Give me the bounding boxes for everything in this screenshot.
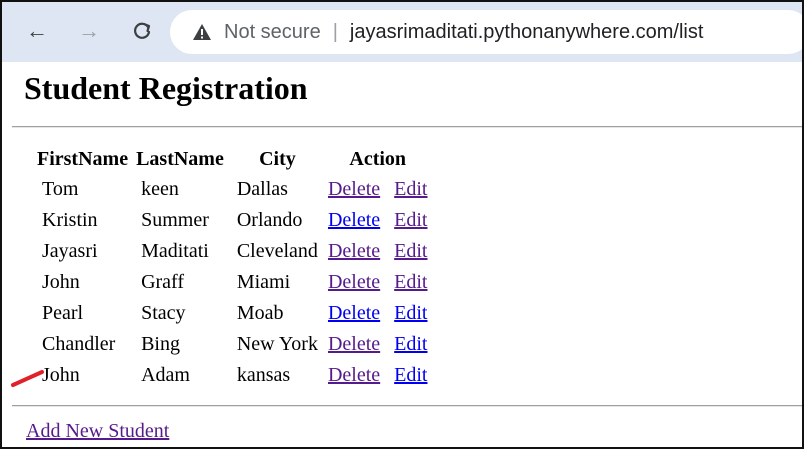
- reload-icon[interactable]: [127, 16, 157, 46]
- annotation-mark: [11, 370, 44, 387]
- delete-link[interactable]: Delete: [328, 271, 380, 293]
- cell-city: Orlando: [236, 209, 303, 231]
- edit-link[interactable]: Edit: [394, 302, 427, 324]
- student-table: FirstName LastName City Action Tom keen …: [32, 144, 430, 391]
- cell-firstname: John: [42, 364, 80, 386]
- delete-link[interactable]: Delete: [328, 364, 380, 386]
- page-content: Student Registration FirstName LastName …: [2, 62, 802, 447]
- delete-link[interactable]: Delete: [328, 178, 380, 200]
- delete-link[interactable]: Delete: [328, 240, 380, 262]
- header-action: Action: [349, 147, 407, 170]
- cell-city: Moab: [236, 302, 284, 324]
- bottom-divider: [12, 405, 802, 407]
- browser-window: ← → Not secure | jayasrimaditati.pythona…: [0, 0, 804, 449]
- address-url[interactable]: jayasrimaditati.pythonanywhere.com/list: [350, 21, 704, 44]
- cell-lastname: Maditati: [141, 240, 209, 262]
- cell-action: Delete Edit: [328, 205, 428, 236]
- cell-city: Cleveland: [236, 240, 318, 262]
- add-new-student-link[interactable]: Add New Student: [26, 420, 169, 443]
- cell-city: New York: [236, 333, 318, 355]
- cell-firstname: John: [42, 271, 80, 293]
- edit-link[interactable]: Edit: [394, 240, 427, 262]
- cell-firstname: Pearl: [42, 302, 84, 324]
- edit-link[interactable]: Edit: [394, 364, 427, 386]
- cell-action: Delete Edit: [328, 267, 428, 298]
- table-header-row: FirstName LastName City Action: [34, 144, 428, 174]
- delete-link[interactable]: Delete: [328, 333, 380, 355]
- reload-icon-graphic: [134, 22, 151, 39]
- cell-firstname: Jayasri: [42, 240, 98, 262]
- cell-lastname: Bing: [141, 333, 180, 355]
- cell-city: Miami: [236, 271, 291, 293]
- table-row: Pearl Stacy Moab Delete Edit: [34, 298, 428, 329]
- security-status[interactable]: Not secure: [224, 21, 321, 44]
- header-city: City: [259, 147, 296, 170]
- cell-action: Delete Edit: [328, 174, 428, 205]
- cell-action: Delete Edit: [328, 329, 428, 360]
- cell-firstname: Chandler: [42, 333, 116, 355]
- browser-toolbar: ← → Not secure | jayasrimaditati.pythona…: [2, 2, 802, 62]
- table-row: Chandler Bing New York Delete Edit: [34, 329, 428, 360]
- cell-firstname: Kristin: [42, 209, 98, 231]
- warning-triangle-icon[interactable]: [192, 22, 212, 42]
- table-row: Jayasri Maditati Cleveland Delete Edit: [34, 236, 428, 267]
- header-firstname: FirstName: [37, 147, 129, 170]
- cell-lastname: Stacy: [141, 302, 186, 324]
- edit-link[interactable]: Edit: [394, 333, 427, 355]
- table-row: Tom keen Dallas Delete Edit: [34, 174, 428, 205]
- table-row: Kristin Summer Orlando Delete Edit: [34, 205, 428, 236]
- cell-lastname: Summer: [141, 209, 209, 231]
- cell-city: kansas: [236, 364, 291, 386]
- cell-lastname: Graff: [141, 271, 185, 293]
- edit-link[interactable]: Edit: [394, 209, 427, 231]
- top-divider: [12, 126, 802, 128]
- cell-firstname: Tom: [42, 178, 79, 200]
- cell-lastname: keen: [141, 178, 179, 200]
- delete-link[interactable]: Delete: [328, 302, 380, 324]
- back-arrow-icon[interactable]: ←: [22, 16, 52, 46]
- address-bar[interactable]: Not secure | jayasrimaditati.pythonanywh…: [170, 10, 802, 54]
- cell-lastname: Adam: [141, 364, 190, 386]
- table-row: John Adam kansas Delete Edit: [34, 360, 428, 391]
- cell-city: Dallas: [236, 178, 288, 200]
- header-lastname: LastName: [136, 147, 224, 170]
- cell-action: Delete Edit: [328, 360, 428, 391]
- forward-arrow-icon[interactable]: →: [74, 16, 104, 46]
- cell-action: Delete Edit: [328, 298, 428, 329]
- edit-link[interactable]: Edit: [394, 271, 427, 293]
- address-separator: |: [332, 20, 338, 43]
- cell-action: Delete Edit: [328, 236, 428, 267]
- delete-link[interactable]: Delete: [328, 209, 380, 231]
- edit-link[interactable]: Edit: [394, 178, 427, 200]
- page-title: Student Registration: [24, 70, 308, 106]
- table-row: John Graff Miami Delete Edit: [34, 267, 428, 298]
